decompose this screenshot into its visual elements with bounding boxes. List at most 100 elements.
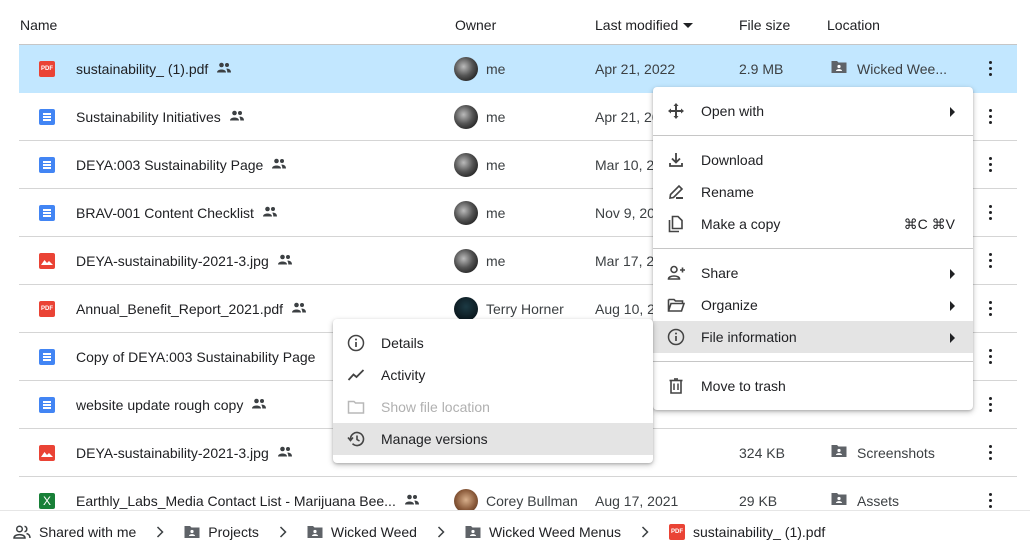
shared-people-icon: [271, 157, 287, 173]
column-owner[interactable]: Owner: [455, 17, 496, 33]
file-name-cell: BRAV-001 Content Checklist: [39, 189, 278, 236]
breadcrumb-item[interactable]: PDF sustainability_ (1).pdf: [668, 524, 826, 540]
more-actions-button[interactable]: [979, 45, 1001, 92]
pdf-file-icon: PDF: [39, 300, 55, 317]
owner-avatar: [454, 248, 478, 273]
file-name: DEYA-sustainability-2021-3.jpg: [76, 252, 269, 269]
owner-cell: me: [454, 189, 505, 236]
version-history-icon: [347, 430, 365, 448]
breadcrumb-item[interactable]: Wicked Weed: [307, 524, 417, 540]
file-name: website update rough copy: [76, 396, 244, 413]
location-cell[interactable]: Wicked Wee...: [831, 45, 947, 92]
excel-file-icon: X: [39, 492, 55, 509]
menu-item-download[interactable]: Download: [653, 144, 973, 176]
menu-item-file-information[interactable]: File information: [653, 321, 973, 353]
more-vert-icon: [988, 397, 992, 412]
file-name: Earthly_Labs_Media Contact List - Mariju…: [76, 492, 396, 509]
file-name: Copy of DEYA:003 Sustainability Page: [76, 348, 316, 365]
google-doc-icon: [39, 348, 55, 365]
file-name: BRAV-001 Content Checklist: [76, 204, 254, 221]
folder-open-icon: [667, 296, 685, 314]
owner-cell: me: [454, 237, 505, 284]
more-actions-button[interactable]: [979, 429, 1001, 476]
more-actions-button[interactable]: [979, 189, 1001, 236]
menu-item-download-label: Download: [701, 152, 764, 168]
owner-name: me: [486, 252, 506, 269]
breadcrumb-item[interactable]: Shared with me: [13, 524, 136, 540]
location-name: Screenshots: [857, 444, 935, 461]
owner-name: me: [486, 204, 506, 221]
submenu-item-activity[interactable]: Activity: [333, 359, 653, 391]
menu-item-open-with[interactable]: Open with: [653, 95, 973, 127]
breadcrumb-label: Shared with me: [39, 524, 137, 540]
shared-folder-icon: [184, 525, 200, 539]
menu-item-rename[interactable]: Rename: [653, 176, 973, 208]
shared-folder-icon: [831, 60, 847, 77]
folder-icon: [347, 398, 365, 416]
breadcrumb-label: sustainability_ (1).pdf: [692, 524, 826, 540]
shared-people-icon: [251, 397, 267, 413]
file-name: DEYA-sustainability-2021-3.jpg: [76, 444, 269, 461]
chevron-right-icon: [279, 526, 287, 538]
menu-divider: [653, 361, 973, 362]
menu-item-organize-label: Organize: [701, 297, 758, 313]
submenu-item-manage-versions[interactable]: Manage versions: [333, 423, 653, 455]
column-last-modified[interactable]: Last modified: [595, 17, 694, 33]
menu-item-organize[interactable]: Organize: [653, 289, 973, 321]
column-name[interactable]: Name: [20, 17, 57, 33]
file-name-cell: DEYA-sustainability-2021-3.jpg: [39, 429, 293, 476]
owner-cell: me: [454, 45, 505, 92]
more-actions-button[interactable]: [979, 237, 1001, 284]
submenu-item-details-label: Details: [381, 335, 424, 351]
breadcrumb: Shared with me Projects Wicked Weed Wicked …: [0, 510, 1030, 553]
file-name: sustainability_ (1).pdf: [76, 60, 209, 77]
more-vert-icon: [988, 109, 992, 124]
more-vert-icon: [988, 253, 992, 268]
owner-name: me: [486, 156, 506, 173]
shared-people-icon: [291, 301, 307, 317]
google-doc-icon: [39, 204, 55, 221]
menu-item-file-information-label: File information: [701, 329, 797, 345]
more-actions-button[interactable]: [979, 93, 1001, 140]
submenu-item-details[interactable]: Details: [333, 327, 653, 359]
column-last-modified-label: Last modified: [595, 17, 679, 33]
file-row[interactable]: PDF sustainability_ (1).pdf me Apr 21, 2022…: [19, 45, 1017, 93]
breadcrumb-item[interactable]: Projects: [184, 524, 259, 540]
trash-icon: [667, 377, 685, 395]
owner-cell: me: [454, 93, 505, 140]
menu-item-make-copy[interactable]: Make a copy ⌘C ⌘V: [653, 208, 973, 240]
breadcrumb-item[interactable]: Wicked Weed Menus: [465, 524, 621, 540]
menu-item-share-label: Share: [701, 265, 739, 281]
location-cell[interactable]: Screenshots: [831, 429, 935, 476]
owner-avatar: [454, 152, 478, 177]
more-actions-button[interactable]: [979, 381, 1001, 428]
file-name-cell: website update rough copy: [39, 381, 267, 428]
file-list-header: Name Owner Last modified File size Locat…: [19, 0, 1017, 45]
shared-folder-icon: [831, 492, 847, 509]
column-location[interactable]: Location: [827, 17, 880, 33]
open-with-move-icon: [667, 102, 685, 120]
file-size-cell: 324 KB: [739, 444, 785, 461]
more-actions-button[interactable]: [979, 285, 1001, 332]
file-size-cell: 2.9 MB: [739, 60, 784, 77]
shared-people-icon: [404, 493, 420, 509]
pdf-icon: PDF: [668, 524, 685, 540]
file-name-cell: DEYA-sustainability-2021-3.jpg: [39, 237, 293, 284]
file-name: Sustainability Initiatives: [76, 108, 221, 125]
shared-folder-icon: [465, 525, 481, 539]
more-vert-icon: [988, 301, 992, 316]
menu-item-move-to-trash[interactable]: Move to trash: [653, 370, 973, 402]
menu-divider: [653, 248, 973, 249]
more-actions-button[interactable]: [979, 333, 1001, 380]
owner-avatar: [454, 488, 478, 513]
more-actions-button[interactable]: [979, 141, 1001, 188]
file-name: DEYA:003 Sustainability Page: [76, 156, 264, 173]
menu-divider: [653, 135, 973, 136]
file-name: Annual_Benefit_Report_2021.pdf: [76, 300, 284, 317]
menu-item-share[interactable]: Share: [653, 257, 973, 289]
owner-avatar: [454, 56, 478, 81]
file-name-cell: DEYA:003 Sustainability Page: [39, 141, 287, 188]
column-file-size[interactable]: File size: [739, 17, 790, 33]
more-vert-icon: [988, 157, 992, 172]
file-name-cell: Sustainability Initiatives: [39, 93, 245, 140]
